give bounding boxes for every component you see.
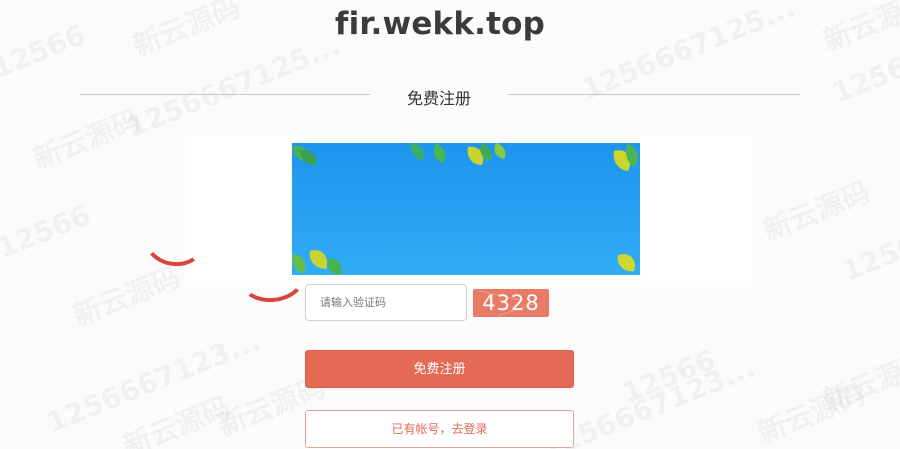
site-title: fir.wekk.top — [334, 6, 546, 42]
watermark-text: 新云源码 — [27, 98, 146, 177]
watermark-text: 新云源码 — [752, 372, 871, 449]
divider-right — [508, 94, 800, 95]
section-heading: 免费注册 — [80, 82, 800, 108]
watermark-text: 新云源码 — [117, 385, 236, 449]
promo-banner-image — [292, 143, 640, 275]
watermark-text: 12566 — [837, 221, 900, 288]
captcha-code: 4328 — [482, 291, 540, 315]
watermark-text: 新云源码 — [817, 340, 900, 419]
watermark-text: 12566 — [0, 198, 95, 265]
watermark-text: 12566 — [617, 343, 720, 410]
leaf-decoration-icon — [292, 143, 638, 275]
watermark-text: 12566 — [827, 43, 900, 110]
watermark-text: 新云源码 — [67, 255, 186, 334]
captcha-input[interactable] — [305, 284, 467, 321]
watermark-text: 新云源码 — [757, 170, 876, 249]
register-button[interactable]: 免费注册 — [305, 350, 574, 388]
captcha-image[interactable]: 4328 — [473, 289, 549, 317]
divider-left — [80, 94, 370, 95]
watermark-text: 1256667123... — [42, 324, 265, 440]
register-heading: 免费注册 — [406, 89, 471, 108]
login-link-button[interactable]: 已有帐号，去登录 — [305, 410, 574, 448]
